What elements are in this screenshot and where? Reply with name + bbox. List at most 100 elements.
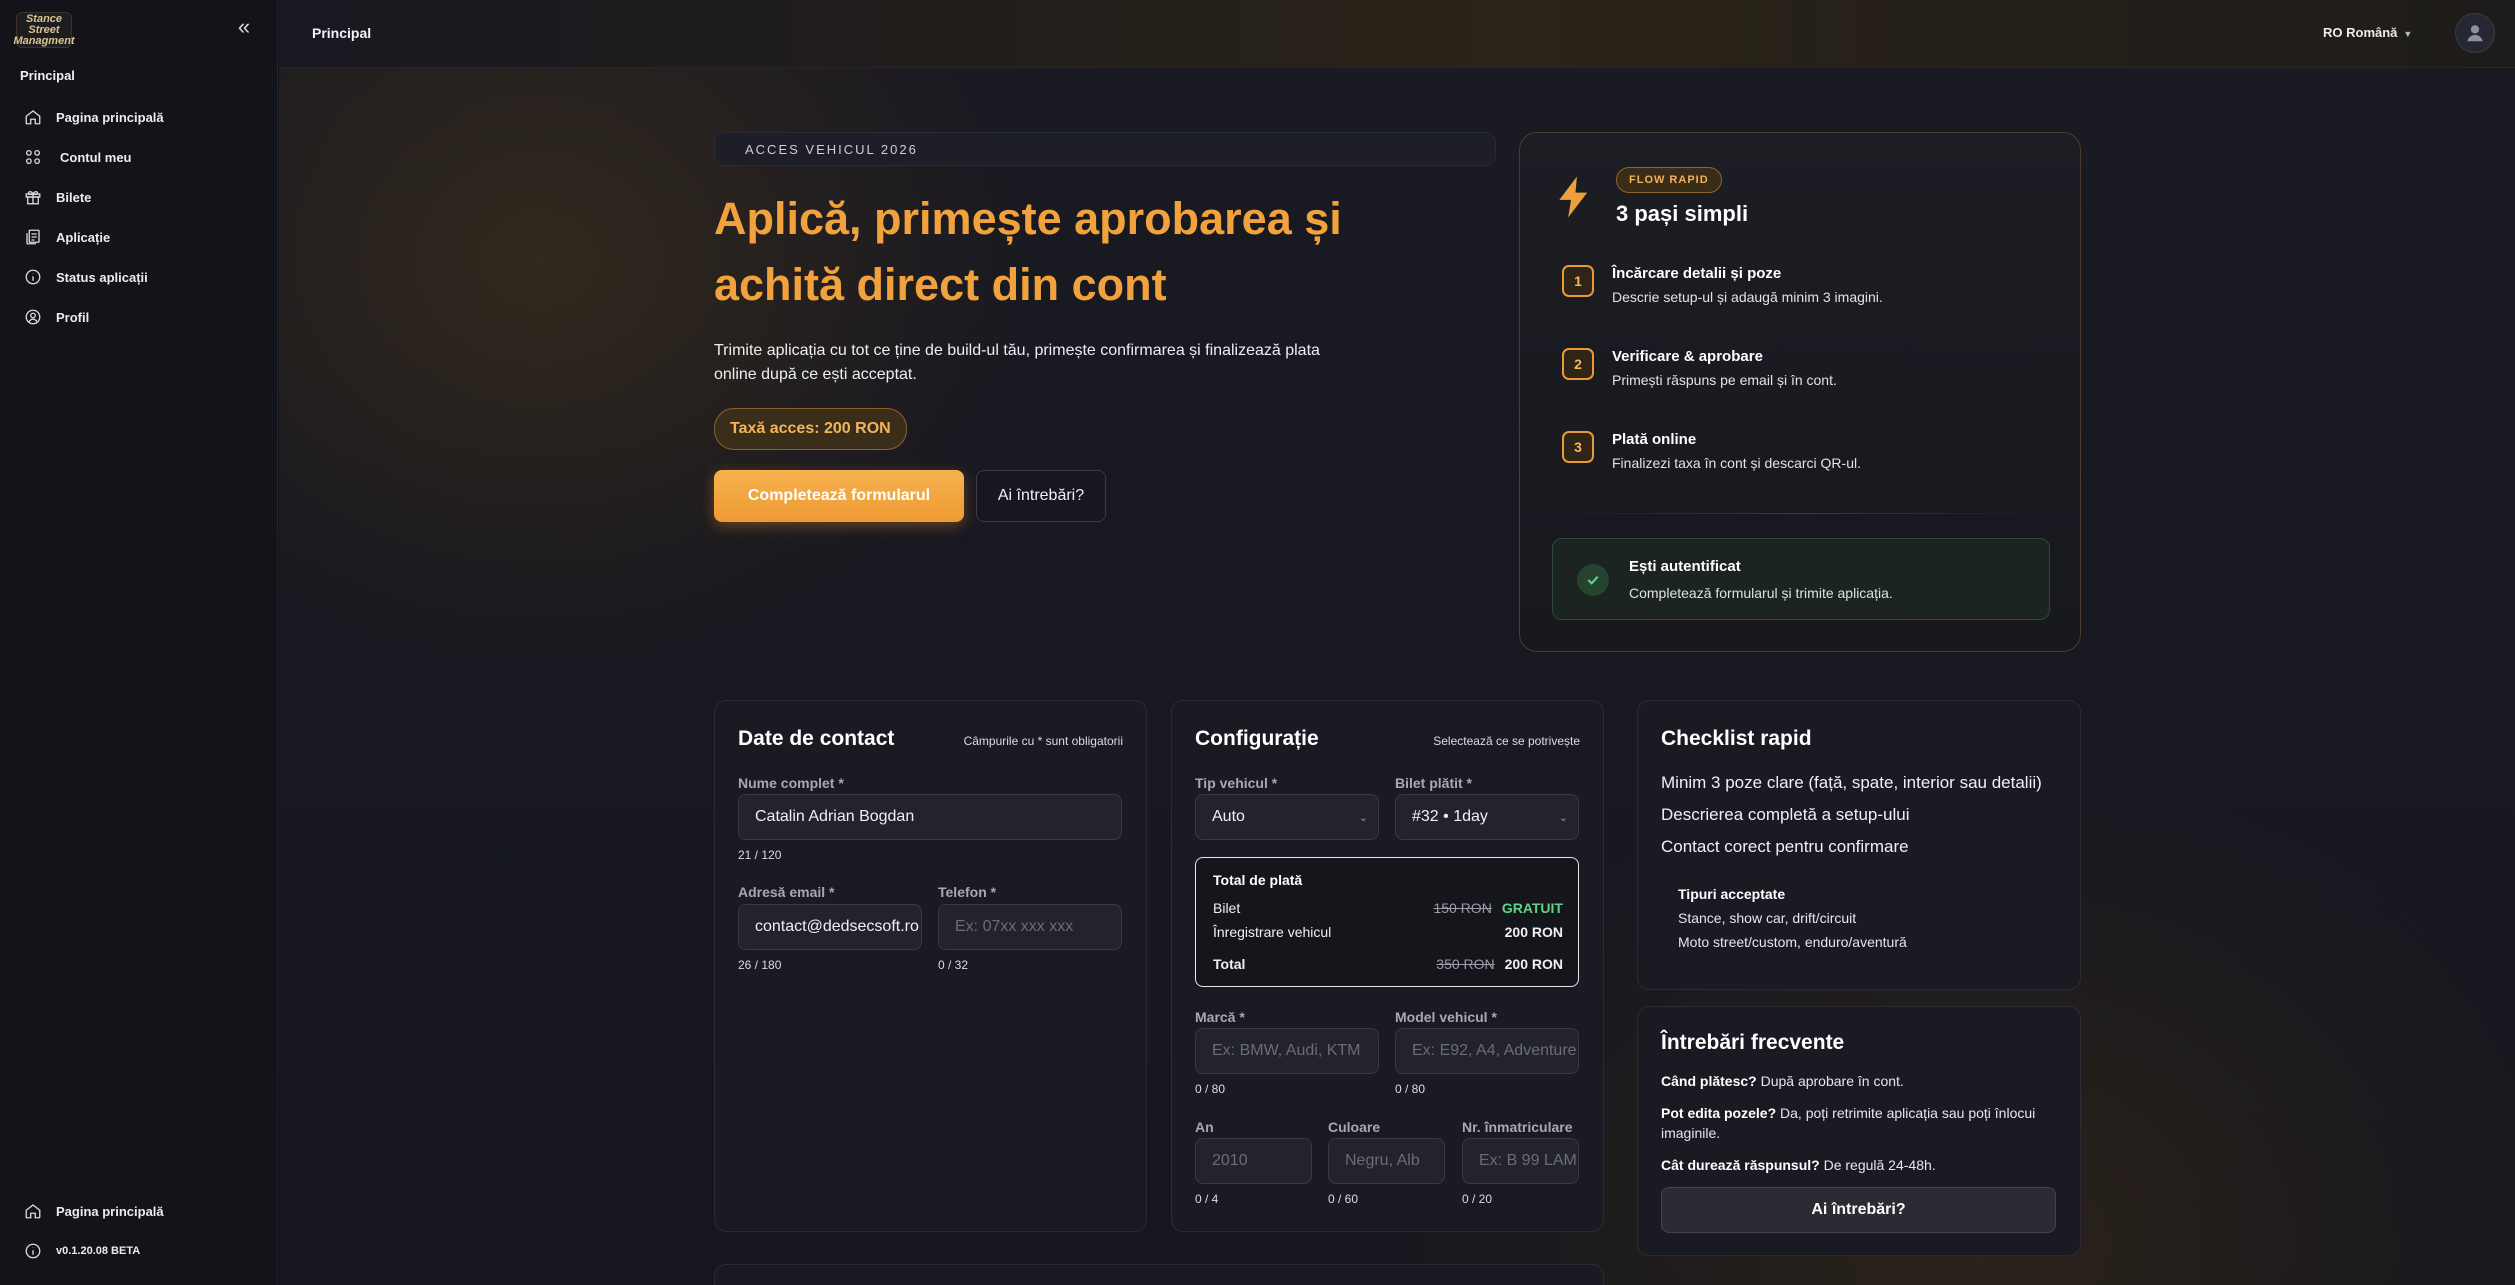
flow-badge: FLOW RAPID [1616, 167, 1722, 193]
ticket-label: Bilet plătit * [1395, 775, 1473, 791]
sidebar-footer-home[interactable]: Pagina principală [16, 1191, 262, 1231]
total-row: Total 350 RON 200 RON [1213, 956, 1563, 972]
collapse-sidebar-icon[interactable]: « [232, 16, 256, 40]
registration-price: 200 RON [1504, 924, 1563, 940]
checklist-item: Contact corect pentru confirmare [1661, 837, 1909, 856]
faq-question: Pot edita pozele? [1661, 1105, 1777, 1121]
phone-label: Telefon * [938, 884, 997, 900]
topbar: Principal RO Română ▼ [279, 0, 2515, 68]
user-icon [2467, 25, 2483, 42]
hero-eyebrow: ACCES VEHICUL 2026 [714, 132, 1496, 166]
contact-card: Date de contact Câmpurile cu * sunt obli… [714, 700, 1147, 1232]
faq-question: Cât durează răspunsul? [1661, 1157, 1820, 1173]
ticket-value: #32 • 1day [1412, 808, 1488, 825]
faq-questions-button[interactable]: Ai întrebări? [1661, 1187, 2056, 1233]
step-number: 2 [1562, 348, 1594, 380]
faq-card: Întrebări frecvente Când plătesc? După a… [1637, 1006, 2081, 1256]
sidebar-item-label: Aplicație [56, 229, 111, 245]
fill-form-button[interactable]: Completează formularul [714, 470, 964, 522]
total-price: 200 RON [1504, 956, 1563, 972]
color-label: Culoare [1328, 1119, 1381, 1135]
ticket-row-label: Bilet [1213, 900, 1241, 916]
step-description: Primești răspuns pe email și în cont. [1612, 372, 1837, 388]
accepted-types-title: Tipuri acceptate [1678, 886, 1786, 902]
sidebar-item-profile[interactable]: Profil [16, 297, 262, 337]
sidebar: Stance Street Managment « Principal Pagi… [0, 0, 278, 1285]
logo[interactable]: Stance Street Managment [13, 12, 75, 48]
year-input[interactable]: 2010 [1195, 1138, 1312, 1184]
checklist-card: Checklist rapid Minim 3 poze clare (față… [1637, 700, 2081, 990]
accepted-type: Moto street/custom, enduro/aventură [1678, 934, 1907, 950]
faq-item: Când plătesc? După aprobare în cont. [1661, 1071, 2056, 1091]
color-counter: 0 / 60 [1328, 1192, 1359, 1206]
color-input[interactable]: Negru, Alb [1328, 1138, 1445, 1184]
grid-icon [25, 149, 41, 165]
step-title: Verificare & aprobare [1612, 348, 1763, 365]
ticket-select[interactable]: #32 • 1day ⌄ [1395, 794, 1579, 840]
model-counter: 0 / 80 [1395, 1082, 1426, 1096]
sidebar-item-home[interactable]: Pagina principală [16, 97, 262, 137]
auth-description: Completează formularul și trimite aplica… [1629, 585, 1893, 601]
main-content: Principal RO Română ▼ ACCES VEHICUL 2026 … [279, 0, 2515, 1285]
vehicle-type-label: Tip vehicul * [1195, 775, 1278, 791]
year-label: An [1195, 1119, 1214, 1135]
year-counter: 0 / 4 [1195, 1192, 1219, 1206]
sidebar-item-status[interactable]: Status aplicații [16, 257, 262, 297]
model-input[interactable]: Ex: E92, A4, Adventure [1395, 1028, 1579, 1074]
sidebar-item-account[interactable]: Contul meu [16, 137, 262, 177]
sidebar-item-label: Profil [56, 309, 90, 325]
faq-item: Cât durează răspunsul? De regulă 24-48h. [1661, 1155, 2056, 1175]
step-number: 1 [1562, 265, 1594, 297]
email-input[interactable]: contact@dedsecsoft.ro [738, 904, 922, 950]
questions-button[interactable]: Ai întrebări? [976, 470, 1106, 522]
hero-title: Aplică, primește aprobarea și achită dir… [714, 193, 1342, 310]
ticket-row: Bilet 150 RON GRATUIT [1213, 900, 1563, 916]
steps-title: 3 pași simpli [1616, 201, 1749, 226]
payment-total-box: Total de plată Bilet 150 RON GRATUIT Înre… [1195, 857, 1579, 987]
vehicle-type-select[interactable]: Auto ⌄ [1195, 794, 1379, 840]
registration-row: Înregistrare vehicul 200 RON [1213, 924, 1563, 940]
config-note: Selectează ce se potrivește [1433, 734, 1580, 748]
sidebar-item-application[interactable]: Aplicație [16, 217, 262, 257]
faq-title: Întrebări frecvente [1661, 1031, 1845, 1054]
chevron-down-icon: ▼ [2403, 29, 2413, 39]
auth-title: Ești autentificat [1629, 558, 1741, 575]
email-counter: 26 / 180 [738, 958, 782, 972]
name-counter: 21 / 120 [738, 848, 782, 862]
total-title: Total de plată [1213, 872, 1303, 888]
language-selector[interactable]: RO Română ▼ [2323, 25, 2412, 40]
home-icon [25, 1204, 41, 1219]
total-old-price: 350 RON [1436, 956, 1495, 972]
sidebar-item-tickets[interactable]: Bilete [16, 177, 262, 217]
sidebar-nav: Pagina principală Contul meu Bilete Apli… [16, 97, 262, 337]
required-note: Câmpurile cu * sunt obligatorii [963, 734, 1123, 748]
faq-answer: De regulă 24-48h. [1823, 1157, 1936, 1173]
avatar[interactable] [2455, 13, 2495, 53]
plate-input[interactable]: Ex: B 99 LAM [1462, 1138, 1579, 1184]
accepted-type: Stance, show car, drift/circuit [1678, 910, 1857, 926]
auth-status-box: Ești autentificat Completează formularul… [1552, 538, 2050, 620]
brand-label: Marcă * [1195, 1009, 1245, 1025]
chevron-down-icon: ⌄ [1558, 812, 1568, 824]
model-label: Model vehicul * [1395, 1009, 1497, 1025]
info-icon [25, 1243, 41, 1259]
faq-question: Când plătesc? [1661, 1073, 1757, 1089]
version-label: v0.1.20.08 BETA [56, 1245, 141, 1257]
checklist-item: Minim 3 poze clare (față, spate, interio… [1661, 773, 2042, 792]
brand-counter: 0 / 80 [1195, 1082, 1226, 1096]
sidebar-item-label: Contul meu [60, 149, 132, 165]
sidebar-item-label: Status aplicații [56, 269, 148, 285]
registration-row-label: Înregistrare vehicul [1213, 924, 1332, 940]
vehicle-type-value: Auto [1212, 808, 1245, 825]
faq-answer: După aprobare în cont. [1760, 1073, 1904, 1089]
steps-card: FLOW RAPID 3 pași simpli 1 Încărcare det… [1519, 132, 2081, 652]
phone-input[interactable]: Ex: 07xx xxx xxx [938, 904, 1122, 950]
full-name-input[interactable]: Catalin Adrian Bogdan [738, 794, 1122, 840]
step-title: Plată online [1612, 431, 1697, 448]
brand-input[interactable]: Ex: BMW, Audi, KTM [1195, 1028, 1379, 1074]
plate-label: Nr. înmatriculare [1462, 1119, 1573, 1135]
config-card: Configurație Selectează ce se potrivește… [1171, 700, 1604, 1232]
page-title: Principal [312, 25, 372, 41]
chevron-down-icon: ⌄ [1358, 812, 1368, 824]
step-title: Încărcare detalii și poze [1612, 265, 1782, 282]
